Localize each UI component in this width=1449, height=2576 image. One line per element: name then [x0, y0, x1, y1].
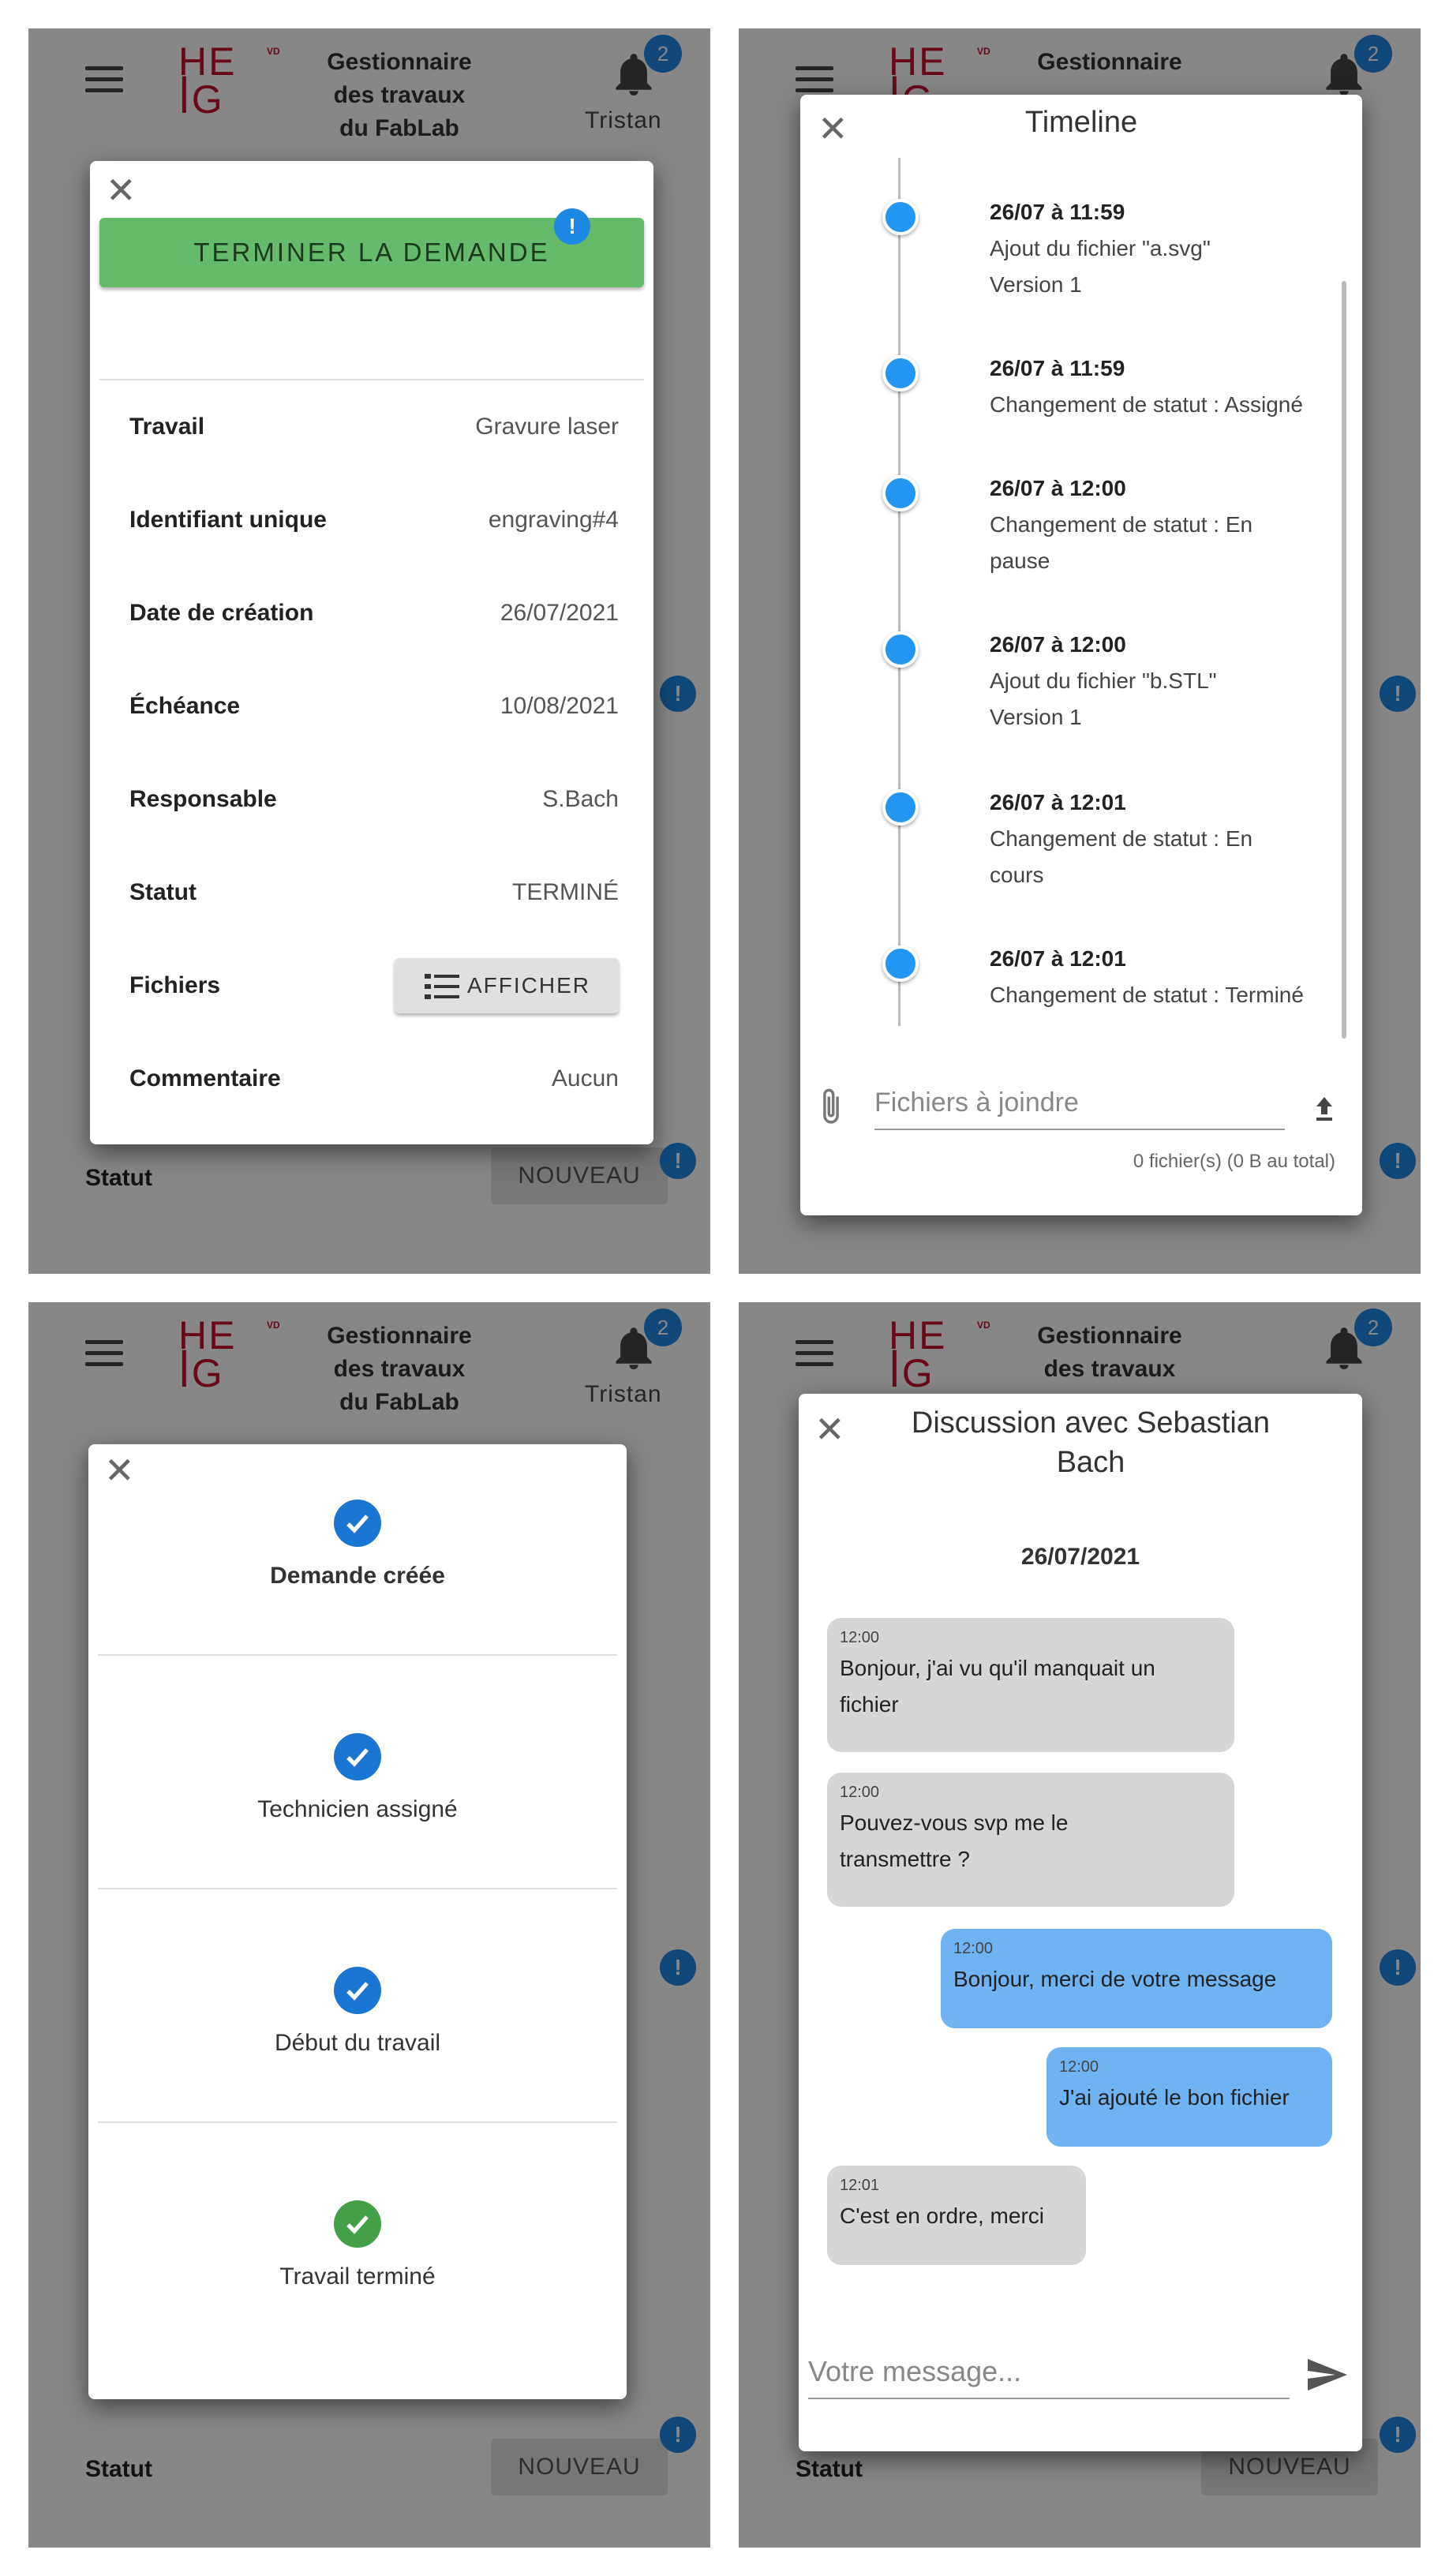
close-icon[interactable]: ✕ — [104, 1452, 135, 1488]
chat-date: 26/07/2021 — [1020, 1544, 1140, 1570]
step-demande-creee: Demande créée — [88, 1500, 627, 1589]
timeline-dot — [882, 355, 919, 391]
paperclip-icon[interactable] — [818, 1086, 844, 1129]
progress-dialog: ✕ Demande créée Technicien assigné Début… — [88, 1444, 627, 2399]
timeline-dot — [882, 631, 919, 668]
divider — [98, 2121, 617, 2123]
file-count: 0 fichier(s) (0 B au total) — [1133, 1151, 1335, 1172]
discussion-dialog: ✕ Discussion avec Sebastian Bach 26/07/20… — [799, 1394, 1362, 2451]
detail-row-fichiers: Fichiers AFFICHER — [129, 958, 619, 1013]
panel-request-details: HE ꟾG VD Gestionnaire des travaux du FabLab … — [28, 28, 710, 1274]
list-icon — [425, 974, 459, 999]
close-icon[interactable]: ✕ — [814, 1411, 845, 1447]
message-sent: 12:00 J'ai ajouté le bon fichier — [1046, 2047, 1332, 2147]
message-input[interactable]: Votre message... — [808, 2355, 1290, 2399]
step-travail-termine: Travail terminé — [88, 2200, 627, 2290]
timeline-dot — [882, 475, 919, 511]
file-input[interactable]: Fichiers à joindre — [874, 1088, 1285, 1130]
check-circle-icon — [334, 1967, 381, 2014]
detail-row-travail: Travail Gravure laser — [129, 414, 619, 440]
check-circle-icon — [334, 1733, 381, 1780]
divider — [98, 1654, 617, 1656]
check-circle-icon — [334, 2200, 381, 2248]
upload-icon[interactable] — [1309, 1092, 1340, 1124]
step-technicien-assigne: Technicien assigné — [88, 1733, 627, 1823]
message-received: 12:00 Bonjour, j'ai vu qu'il manquait un f… — [827, 1618, 1234, 1752]
detail-row-echeance: Échéance 10/08/2021 — [129, 693, 619, 719]
scrollbar[interactable] — [1342, 281, 1346, 1039]
timeline-dot — [882, 789, 919, 826]
panel-progress-steps: HE ꟾG VD Gestionnaire des travaux du FabLab … — [28, 1302, 710, 2548]
show-files-label: AFFICHER — [467, 973, 590, 998]
check-circle-icon — [334, 1500, 381, 1547]
divider — [98, 1888, 617, 1889]
timeline-line — [898, 158, 900, 1026]
info-icon: ! — [554, 208, 590, 245]
detail-row-date-creation: Date de création 26/07/2021 — [129, 600, 619, 626]
send-icon[interactable] — [1304, 2355, 1351, 2394]
file-attach-area: Fichiers à joindre 0 fichier(s) (0 B au … — [800, 1064, 1362, 1215]
message-sent: 12:00 Bonjour, merci de votre message — [941, 1929, 1332, 2028]
detail-row-commentaire: Commentaire Aucun — [129, 1065, 619, 1091]
message-received: 12:01 C'est en ordre, merci — [827, 2166, 1086, 2265]
step-debut-travail: Début du travail — [88, 1967, 627, 2057]
show-files-button[interactable]: AFFICHER — [395, 958, 619, 1013]
close-icon[interactable]: ✕ — [106, 172, 137, 208]
timeline-dialog: ✕ Timeline 26/07 à 11:59 Ajout du fichier… — [800, 95, 1362, 1215]
message-received: 12:00 Pouvez-vous svp me le transmettre ? — [827, 1773, 1234, 1907]
detail-row-responsable: Responsable S.Bach — [129, 786, 619, 812]
panel-timeline: HEꟾGVD Gestionnaire 2 ! ! ✕ Timeline 26/… — [739, 28, 1421, 1274]
panel-discussion: HE ꟾG VD Gestionnaire des travaux 2 Statut … — [739, 1302, 1421, 2548]
timeline-dot — [882, 199, 919, 235]
detail-row-statut: Statut TERMINÉ — [129, 879, 619, 905]
detail-row-identifiant: Identifiant unique engraving#4 — [129, 507, 619, 533]
timeline-dot — [882, 945, 919, 982]
discussion-title: Discussion avec Sebastian Bach — [911, 1406, 1271, 1479]
divider — [99, 379, 644, 380]
timeline-title: Timeline — [1024, 106, 1138, 139]
details-dialog: ✕ TERMINER LA DEMANDE ! Travail Gravure l… — [90, 161, 653, 1144]
